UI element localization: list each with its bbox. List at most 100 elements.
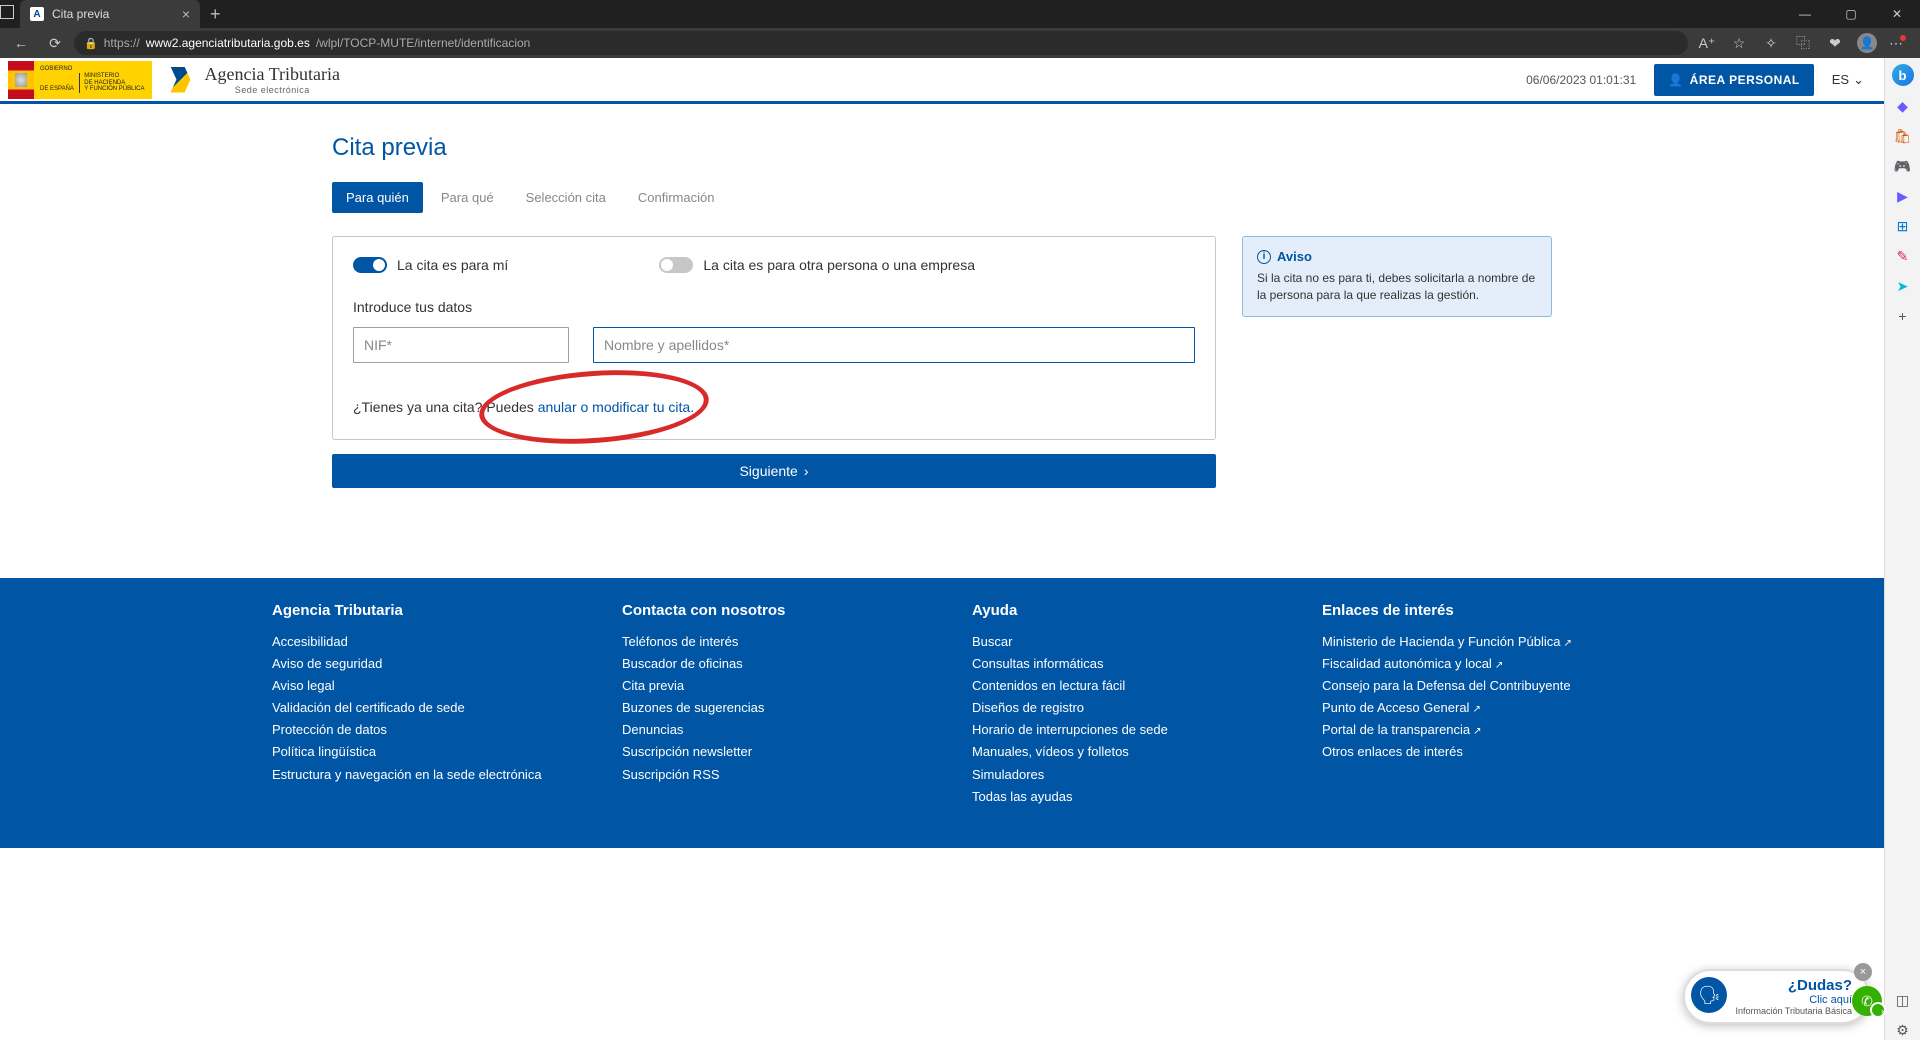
address-bar[interactable]: 🔒 https://www2.agenciatributaria.gob.es/… xyxy=(74,31,1688,55)
sidebar-tools-icon[interactable]: ▶ xyxy=(1893,186,1913,206)
toggle-for-other[interactable]: La cita es para otra persona o una empre… xyxy=(659,257,975,273)
minimize-button[interactable]: ― xyxy=(1782,0,1828,28)
language-select[interactable]: ES ⌄ xyxy=(1832,72,1864,88)
cancel-modify-link[interactable]: anular o modificar tu cita. xyxy=(538,399,694,415)
tab-para-quien[interactable]: Para quién xyxy=(332,182,423,213)
profile-icon[interactable]: 👤 xyxy=(1852,28,1882,58)
site-footer: Agencia TributariaAccesibilidadAviso de … xyxy=(0,578,1884,848)
footer-link[interactable]: Accesibilidad xyxy=(272,631,562,653)
footer-link[interactable]: Buzones de sugerencias xyxy=(622,697,912,719)
footer-link[interactable]: Punto de Acceso General↗ xyxy=(1322,697,1612,719)
agency-logo[interactable]: Agencia Tributaria Sede electrónica xyxy=(166,64,339,95)
footer-link[interactable]: Manuales, vídeos y folletos xyxy=(972,741,1262,763)
tab-title: Cita previa xyxy=(52,7,174,21)
footer-link[interactable]: Protección de datos xyxy=(272,719,562,741)
toggle-switch-on[interactable] xyxy=(353,257,387,273)
menu-icon[interactable]: ⋯ xyxy=(1884,28,1914,58)
favorite-icon[interactable]: ☆ xyxy=(1724,28,1754,58)
sidebar-edit-icon[interactable]: ✎ xyxy=(1893,246,1913,266)
footer-link[interactable]: Fiscalidad autonómica y local↗ xyxy=(1322,653,1612,675)
window-controls: ― ▢ ✕ xyxy=(1782,0,1920,28)
footer-link[interactable]: Suscripción RSS xyxy=(622,764,912,786)
info-icon: i xyxy=(1257,250,1271,264)
agency-subtitle: Sede electrónica xyxy=(204,85,339,95)
gov-emblem: GOBIERNO DE ESPAÑA MINISTERIO DE HACIEND… xyxy=(8,61,152,99)
sidebar-chat-icon[interactable]: ◆ xyxy=(1893,96,1913,116)
tab-seleccion-cita[interactable]: Selección cita xyxy=(512,182,620,213)
area-personal-button[interactable]: 👤 ÁREA PERSONAL xyxy=(1654,64,1814,96)
footer-link[interactable]: Consultas informáticas xyxy=(972,653,1262,675)
toggle-switch-off[interactable] xyxy=(659,257,693,273)
back-button[interactable]: ← xyxy=(6,28,36,58)
tab-close-icon[interactable]: × xyxy=(182,6,190,22)
footer-link[interactable]: Simuladores xyxy=(972,764,1262,786)
gov-text-2: DE ESPAÑA xyxy=(40,86,74,92)
toggle-for-me[interactable]: La cita es para mí xyxy=(353,257,508,273)
help-phone-icon[interactable]: ✆› xyxy=(1852,986,1882,1016)
footer-link[interactable]: Otros enlaces de interés xyxy=(1322,741,1612,763)
url-prefix: https:// xyxy=(104,36,140,50)
next-button[interactable]: Siguiente › xyxy=(332,454,1216,488)
collections-icon[interactable]: ⿻ xyxy=(1788,28,1818,58)
sidebar-office-icon[interactable]: ⊞ xyxy=(1893,216,1913,236)
agency-logo-icon xyxy=(166,65,196,95)
close-window-button[interactable]: ✕ xyxy=(1874,0,1920,28)
tab-para-que[interactable]: Para qué xyxy=(427,182,508,213)
footer-link[interactable]: Todas las ayudas xyxy=(972,786,1262,808)
footer-link[interactable]: Ministerio de Hacienda y Función Pública… xyxy=(1322,631,1612,653)
footer-link[interactable]: Validación del certificado de sede xyxy=(272,697,562,719)
browser-tab[interactable]: A Cita previa × xyxy=(20,0,200,28)
footer-link[interactable]: Consejo para la Defensa del Contribuyent… xyxy=(1322,675,1612,697)
external-link-icon: ↗ xyxy=(1473,726,1481,737)
help-close-icon[interactable]: × xyxy=(1854,963,1872,981)
nif-input[interactable] xyxy=(353,327,569,363)
sidebar-add-icon[interactable]: + xyxy=(1893,306,1913,326)
help-widget[interactable]: × 🗣 ¿Dudas? Clic aquí Información Tribut… xyxy=(1683,969,1870,1024)
footer-link[interactable]: Portal de la transparencia↗ xyxy=(1322,719,1612,741)
favorites-bar-icon[interactable]: ✧ xyxy=(1756,28,1786,58)
footer-column: Enlaces de interésMinisterio de Hacienda… xyxy=(1322,602,1612,808)
sidebar-send-icon[interactable]: ➤ xyxy=(1893,276,1913,296)
sidebar-settings-icon[interactable]: ⚙ xyxy=(1893,1020,1913,1040)
footer-link[interactable]: Horario de interrupciones de sede xyxy=(972,719,1262,741)
page-viewport: GOBIERNO DE ESPAÑA MINISTERIO DE HACIEND… xyxy=(0,58,1884,1040)
sidebar-games-icon[interactable]: 🎮 xyxy=(1893,156,1913,176)
footer-link[interactable]: Buscar xyxy=(972,631,1262,653)
min-text-1: MINISTERIO xyxy=(84,73,119,79)
main-content: Cita previa Para quién Para qué Selecció… xyxy=(272,104,1612,488)
notice-title: Aviso xyxy=(1277,249,1312,264)
footer-link[interactable]: Aviso de seguridad xyxy=(272,653,562,675)
intro-label: Introduce tus datos xyxy=(353,299,1195,315)
footer-link[interactable]: Buscador de oficinas xyxy=(622,653,912,675)
extensions-icon[interactable]: ❤ xyxy=(1820,28,1850,58)
maximize-button[interactable]: ▢ xyxy=(1828,0,1874,28)
refresh-button[interactable]: ⟳ xyxy=(40,28,70,58)
footer-col-title: Contacta con nosotros xyxy=(622,602,912,619)
footer-link[interactable]: Suscripción newsletter xyxy=(622,741,912,763)
notice-body: Si la cita no es para ti, debes solicita… xyxy=(1257,270,1537,304)
footer-link[interactable]: Estructura y navegación en la sede elect… xyxy=(272,764,562,786)
footer-link[interactable]: Teléfonos de interés xyxy=(622,631,912,653)
footer-link[interactable]: Aviso legal xyxy=(272,675,562,697)
footer-link[interactable]: Política lingüística xyxy=(272,741,562,763)
agency-name: Agencia Tributaria xyxy=(204,64,339,85)
footer-link[interactable]: Denuncias xyxy=(622,719,912,741)
tab-strip: A Cita previa × + xyxy=(20,0,231,28)
footer-link[interactable]: Cita previa xyxy=(622,675,912,697)
footer-link[interactable]: Diseños de registro xyxy=(972,697,1262,719)
sidebar-panel-icon[interactable]: ◫ xyxy=(1893,990,1913,1010)
edge-sidebar: b ◆ 🛍 🎮 ▶ ⊞ ✎ ➤ + ◫ ⚙ xyxy=(1884,58,1920,1040)
bing-icon[interactable]: b xyxy=(1892,64,1914,86)
toggle-for-other-label: La cita es para otra persona o una empre… xyxy=(703,257,975,273)
new-tab-button[interactable]: + xyxy=(200,4,231,25)
name-input[interactable] xyxy=(593,327,1195,363)
form-panel: La cita es para mí La cita es para otra … xyxy=(332,236,1216,440)
existing-question: ¿Tienes ya una cita? xyxy=(353,399,486,415)
tab-actions-icon[interactable] xyxy=(0,5,14,24)
tab-confirmacion[interactable]: Confirmación xyxy=(624,182,729,213)
gov-text-1: GOBIERNO xyxy=(40,66,72,72)
read-aloud-icon[interactable]: A⁺ xyxy=(1692,28,1722,58)
sidebar-shopping-icon[interactable]: 🛍 xyxy=(1893,126,1913,146)
footer-link[interactable]: Contenidos en lectura fácil xyxy=(972,675,1262,697)
min-text-3: Y FUNCIÓN PÚBLICA xyxy=(84,86,144,92)
